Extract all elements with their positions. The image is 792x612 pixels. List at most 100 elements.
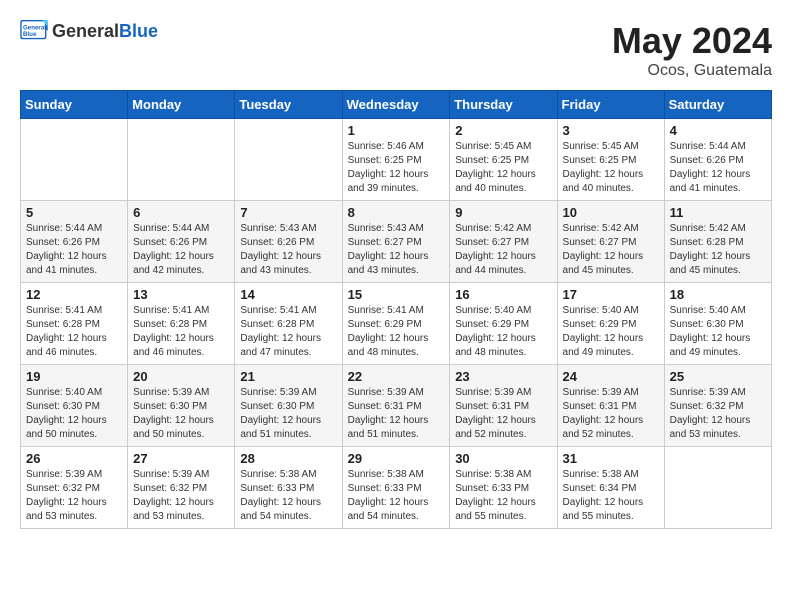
calendar-cell	[21, 119, 128, 201]
day-info: Sunrise: 5:41 AM Sunset: 6:29 PM Dayligh…	[348, 304, 445, 360]
day-info: Sunrise: 5:45 AM Sunset: 6:25 PM Dayligh…	[563, 140, 659, 196]
day-number: 31	[563, 451, 659, 466]
weekday-header-thursday: Thursday	[450, 91, 557, 119]
day-info: Sunrise: 5:42 AM Sunset: 6:27 PM Dayligh…	[563, 222, 659, 278]
calendar-cell: 14Sunrise: 5:41 AM Sunset: 6:28 PM Dayli…	[235, 283, 342, 365]
day-info: Sunrise: 5:41 AM Sunset: 6:28 PM Dayligh…	[133, 304, 229, 360]
location-title: Ocos, Guatemala	[612, 62, 772, 80]
calendar-cell: 2 Sunrise: 5:45 AM Sunset: 6:25 PM Daylig…	[450, 119, 557, 201]
day-info: Sunrise: 5:39 AM Sunset: 6:31 PM Dayligh…	[563, 386, 659, 442]
svg-text:Blue: Blue	[23, 31, 37, 38]
calendar-cell: 26 Sunrise: 5:39 AM Sunset: 6:32 PM Dayli…	[21, 447, 128, 529]
day-number: 12	[26, 287, 122, 302]
calendar-cell: 19 Sunrise: 5:40 AM Sunset: 6:30 PM Dayli…	[21, 365, 128, 447]
day-number: 24	[563, 369, 659, 384]
logo: General Blue GeneralBlue	[20, 20, 158, 42]
day-info: Sunrise: 5:41 AM Sunset: 6:28 PM Dayligh…	[26, 304, 122, 360]
calendar-cell: 25 Sunrise: 5:39 AM Sunset: 6:32 PM Dayli…	[664, 365, 771, 447]
calendar-cell	[235, 119, 342, 201]
day-number: 18	[670, 287, 766, 302]
day-number: 6	[133, 205, 229, 220]
calendar-cell: 3 Sunrise: 5:45 AM Sunset: 6:25 PM Daylig…	[557, 119, 664, 201]
day-info: Sunrise: 5:45 AM Sunset: 6:25 PM Dayligh…	[455, 140, 551, 196]
day-info: Sunrise: 5:46 AM Sunset: 6:25 PM Dayligh…	[348, 140, 445, 196]
calendar-cell: 16Sunrise: 5:40 AM Sunset: 6:29 PM Dayli…	[450, 283, 557, 365]
weekday-header-sunday: Sunday	[21, 91, 128, 119]
logo-icon: General Blue	[20, 20, 48, 42]
day-number: 1	[348, 123, 445, 138]
day-number: 15	[348, 287, 445, 302]
calendar-cell: 1 Sunrise: 5:46 AM Sunset: 6:25 PM Daylig…	[342, 119, 450, 201]
day-info: Sunrise: 5:40 AM Sunset: 6:29 PM Dayligh…	[563, 304, 659, 360]
day-info: Sunrise: 5:38 AM Sunset: 6:34 PM Dayligh…	[563, 468, 659, 524]
day-info: Sunrise: 5:39 AM Sunset: 6:32 PM Dayligh…	[670, 386, 766, 442]
weekday-header-saturday: Saturday	[664, 91, 771, 119]
calendar-cell: 27Sunrise: 5:39 AM Sunset: 6:32 PM Dayli…	[128, 447, 235, 529]
weekday-header-friday: Friday	[557, 91, 664, 119]
calendar-cell: 5Sunrise: 5:44 AM Sunset: 6:26 PM Daylig…	[21, 201, 128, 283]
day-number: 11	[670, 205, 766, 220]
day-number: 3	[563, 123, 659, 138]
day-number: 30	[455, 451, 551, 466]
month-year-title: May 2024	[612, 20, 772, 62]
calendar-cell: 22 Sunrise: 5:39 AM Sunset: 6:31 PM Dayli…	[342, 365, 450, 447]
calendar-cell: 31 Sunrise: 5:38 AM Sunset: 6:34 PM Dayli…	[557, 447, 664, 529]
header: General Blue GeneralBlue May 2024 Ocos, …	[20, 20, 772, 80]
day-info: Sunrise: 5:40 AM Sunset: 6:30 PM Dayligh…	[26, 386, 122, 442]
day-number: 9	[455, 205, 551, 220]
day-info: Sunrise: 5:40 AM Sunset: 6:30 PM Dayligh…	[670, 304, 766, 360]
calendar-cell: 29 Sunrise: 5:38 AM Sunset: 6:33 PM Dayli…	[342, 447, 450, 529]
calendar-table: SundayMondayTuesdayWednesdayThursdayFrid…	[20, 90, 772, 529]
calendar-cell: 23Sunrise: 5:39 AM Sunset: 6:31 PM Dayli…	[450, 365, 557, 447]
day-info: Sunrise: 5:38 AM Sunset: 6:33 PM Dayligh…	[240, 468, 336, 524]
logo-text-blue: Blue	[119, 21, 158, 41]
day-number: 7	[240, 205, 336, 220]
calendar-cell: 15 Sunrise: 5:41 AM Sunset: 6:29 PM Dayli…	[342, 283, 450, 365]
day-number: 21	[240, 369, 336, 384]
day-number: 20	[133, 369, 229, 384]
day-number: 22	[348, 369, 445, 384]
calendar-cell: 7 Sunrise: 5:43 AM Sunset: 6:26 PM Daylig…	[235, 201, 342, 283]
title-area: May 2024 Ocos, Guatemala	[612, 20, 772, 80]
day-number: 14	[240, 287, 336, 302]
day-info: Sunrise: 5:39 AM Sunset: 6:32 PM Dayligh…	[26, 468, 122, 524]
calendar-cell	[128, 119, 235, 201]
day-info: Sunrise: 5:42 AM Sunset: 6:27 PM Dayligh…	[455, 222, 551, 278]
calendar-cell: 17 Sunrise: 5:40 AM Sunset: 6:29 PM Dayli…	[557, 283, 664, 365]
calendar-cell: 28 Sunrise: 5:38 AM Sunset: 6:33 PM Dayli…	[235, 447, 342, 529]
day-number: 26	[26, 451, 122, 466]
calendar-cell: 21 Sunrise: 5:39 AM Sunset: 6:30 PM Dayli…	[235, 365, 342, 447]
day-number: 5	[26, 205, 122, 220]
day-info: Sunrise: 5:43 AM Sunset: 6:26 PM Dayligh…	[240, 222, 336, 278]
calendar-cell: 13Sunrise: 5:41 AM Sunset: 6:28 PM Dayli…	[128, 283, 235, 365]
day-info: Sunrise: 5:39 AM Sunset: 6:31 PM Dayligh…	[348, 386, 445, 442]
calendar-cell: 9 Sunrise: 5:42 AM Sunset: 6:27 PM Daylig…	[450, 201, 557, 283]
day-info: Sunrise: 5:43 AM Sunset: 6:27 PM Dayligh…	[348, 222, 445, 278]
calendar-cell: 18 Sunrise: 5:40 AM Sunset: 6:30 PM Dayli…	[664, 283, 771, 365]
day-number: 29	[348, 451, 445, 466]
calendar-cell: 4Sunrise: 5:44 AM Sunset: 6:26 PM Daylig…	[664, 119, 771, 201]
calendar-cell: 8 Sunrise: 5:43 AM Sunset: 6:27 PM Daylig…	[342, 201, 450, 283]
week-row-5: 26 Sunrise: 5:39 AM Sunset: 6:32 PM Dayli…	[21, 447, 772, 529]
day-number: 19	[26, 369, 122, 384]
weekday-header-row: SundayMondayTuesdayWednesdayThursdayFrid…	[21, 91, 772, 119]
day-info: Sunrise: 5:38 AM Sunset: 6:33 PM Dayligh…	[455, 468, 551, 524]
day-info: Sunrise: 5:38 AM Sunset: 6:33 PM Dayligh…	[348, 468, 445, 524]
week-row-1: 1 Sunrise: 5:46 AM Sunset: 6:25 PM Daylig…	[21, 119, 772, 201]
calendar-cell	[664, 447, 771, 529]
logo-text-general: General	[52, 21, 119, 41]
calendar-cell: 30 Sunrise: 5:38 AM Sunset: 6:33 PM Dayli…	[450, 447, 557, 529]
day-number: 17	[563, 287, 659, 302]
day-info: Sunrise: 5:44 AM Sunset: 6:26 PM Dayligh…	[133, 222, 229, 278]
calendar-cell: 6 Sunrise: 5:44 AM Sunset: 6:26 PM Daylig…	[128, 201, 235, 283]
day-number: 27	[133, 451, 229, 466]
day-info: Sunrise: 5:42 AM Sunset: 6:28 PM Dayligh…	[670, 222, 766, 278]
calendar-cell: 10Sunrise: 5:42 AM Sunset: 6:27 PM Dayli…	[557, 201, 664, 283]
day-number: 8	[348, 205, 445, 220]
day-number: 28	[240, 451, 336, 466]
day-number: 25	[670, 369, 766, 384]
day-number: 4	[670, 123, 766, 138]
day-info: Sunrise: 5:39 AM Sunset: 6:30 PM Dayligh…	[240, 386, 336, 442]
weekday-header-wednesday: Wednesday	[342, 91, 450, 119]
day-number: 2	[455, 123, 551, 138]
